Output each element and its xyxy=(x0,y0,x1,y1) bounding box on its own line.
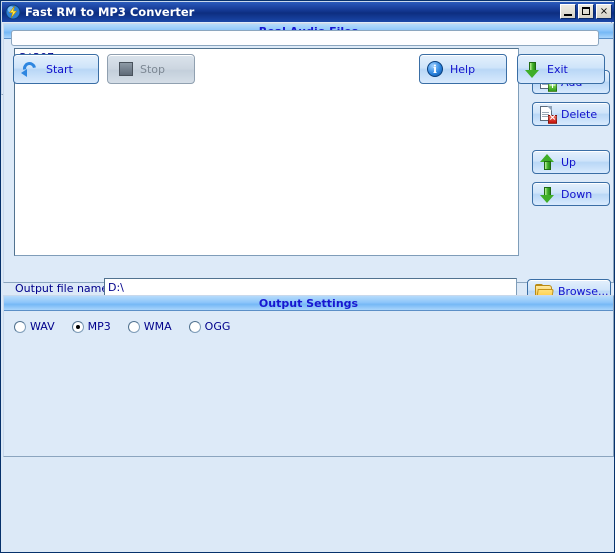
info-icon: i xyxy=(427,61,443,77)
refresh-icon xyxy=(21,61,39,77)
radio-wma-label: WMA xyxy=(144,320,172,333)
arrow-down-icon xyxy=(540,186,555,203)
exit-button[interactable]: Exit xyxy=(517,54,605,84)
stop-button: Stop xyxy=(107,54,195,84)
close-button[interactable]: × xyxy=(596,4,612,19)
progress-bar xyxy=(11,30,599,46)
close-icon: × xyxy=(597,5,611,18)
maximize-icon xyxy=(582,7,590,15)
title-bar: Fast RM to MP3 Converter × xyxy=(2,2,615,22)
lightning-app-icon xyxy=(5,4,21,20)
arrow-down-icon xyxy=(525,61,540,78)
minimize-icon xyxy=(564,14,572,16)
move-down-button-label: Down xyxy=(561,188,592,201)
radio-mp3-label: MP3 xyxy=(88,320,111,333)
move-up-button-label: Up xyxy=(561,156,576,169)
radio-ogg-indicator xyxy=(189,321,201,333)
radio-wav-label: WAV xyxy=(30,320,55,333)
radio-ogg-label: OGG xyxy=(205,320,231,333)
output-settings-panel: Output Settings WAV MP3 WMA OGG BitRate … xyxy=(3,295,614,457)
help-button[interactable]: i Help xyxy=(419,54,507,84)
radio-ogg[interactable]: OGG xyxy=(189,320,231,333)
delete-button[interactable]: × Delete xyxy=(532,102,610,126)
radio-wma[interactable]: WMA xyxy=(128,320,172,333)
start-button[interactable]: Start xyxy=(13,54,99,84)
stop-square-icon xyxy=(119,62,133,76)
output-file-name-label: Output file name xyxy=(15,282,108,295)
arrow-up-icon xyxy=(540,154,555,171)
format-radio-group: WAV MP3 WMA OGG xyxy=(14,320,247,333)
window-title: Fast RM to MP3 Converter xyxy=(25,5,194,19)
radio-mp3[interactable]: MP3 xyxy=(72,320,111,333)
delete-button-label: Delete xyxy=(561,108,597,121)
application-window: Fast RM to MP3 Converter × Real Audio Fi… xyxy=(0,0,615,553)
move-down-button[interactable]: Down xyxy=(532,182,610,206)
move-up-button[interactable]: Up xyxy=(532,150,610,174)
maximize-button[interactable] xyxy=(578,4,594,19)
exit-button-label: Exit xyxy=(547,63,568,76)
minimize-button[interactable] xyxy=(560,4,576,19)
radio-wav[interactable]: WAV xyxy=(14,320,55,333)
radio-wav-indicator xyxy=(14,321,26,333)
start-button-label: Start xyxy=(46,63,73,76)
settings-panel-header: Output Settings xyxy=(4,296,613,311)
window-controls: × xyxy=(560,4,612,19)
stop-button-label: Stop xyxy=(140,63,165,76)
radio-mp3-indicator xyxy=(72,321,84,333)
radio-wma-indicator xyxy=(128,321,140,333)
page-delete-icon: × xyxy=(540,106,555,123)
help-button-label: Help xyxy=(450,63,475,76)
